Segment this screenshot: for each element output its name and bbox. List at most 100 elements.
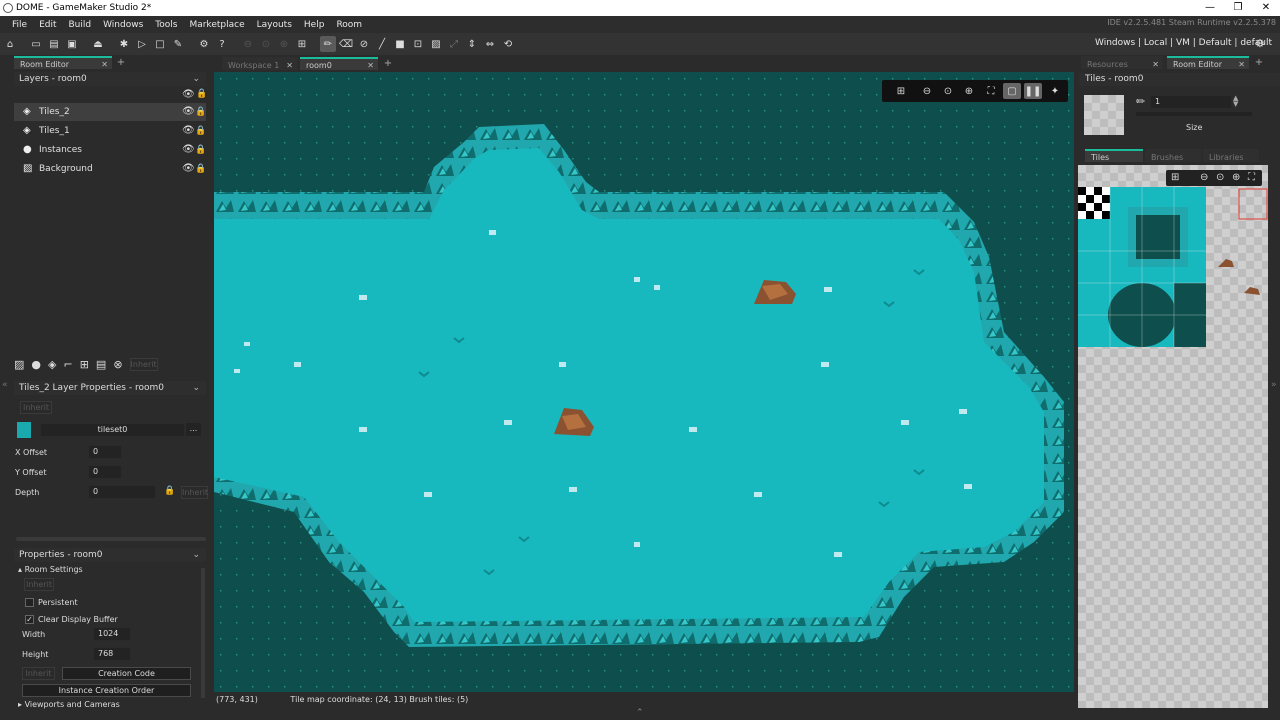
pin-icon[interactable]: ✦ [1046,83,1064,99]
select-tool-icon[interactable]: ▨ [428,36,444,52]
close-icon[interactable]: ✕ [1152,58,1159,71]
open-project-icon[interactable]: ▤ [46,36,62,52]
menu-windows[interactable]: Windows [103,20,143,30]
flip-vertical-icon[interactable]: ⇕ [464,36,480,52]
tab-room-editor-right[interactable]: Room Editor ✕ [1167,56,1249,69]
minimize-button[interactable]: — [1196,0,1224,16]
add-asset-layer-icon[interactable]: ⊞ [80,358,89,371]
tab-workspace-1[interactable]: Workspace 1 ✕ [222,57,297,70]
eyedropper-tool-icon[interactable]: ⊘ [356,36,372,52]
eye-icon[interactable]: 👁 [182,160,195,178]
transform-tool-icon[interactable]: ⤢ [446,36,462,52]
tab-tiles[interactable]: Tiles [1085,149,1143,162]
add-tab-icon[interactable]: + [1252,57,1266,70]
size-slider[interactable] [1136,112,1252,116]
grid-snap-icon[interactable]: ⊞ [294,36,310,52]
x-offset-field[interactable]: 0 [88,445,122,459]
fit-view-icon[interactable]: ⛶ [1248,172,1255,183]
lock-icon[interactable]: 🔒 [195,141,206,159]
stop-icon[interactable]: □ [152,36,168,52]
zoom-in-icon[interactable]: ⊕ [276,36,292,52]
y-offset-field[interactable]: 0 [88,465,122,479]
collapse-right-icon[interactable]: » [1271,380,1277,390]
rectangle-tool-icon[interactable]: ■ [392,36,408,52]
add-workspace-icon[interactable]: + [381,58,395,71]
eye-icon[interactable]: 👁 [182,141,195,159]
eye-icon[interactable]: 👁 [182,122,195,140]
expand-bottom-icon[interactable]: ⌃ [636,708,644,718]
brush-size-field[interactable]: 1 [1150,95,1232,109]
zoom-in-icon[interactable]: ⊕ [960,83,978,99]
vertical-scrollbar[interactable] [201,568,205,698]
fill-tool-icon[interactable]: ⊡ [410,36,426,52]
zoom-reset-icon[interactable]: ⊙ [258,36,274,52]
room-settings-section[interactable]: ▴ Room Settings [18,565,83,574]
menu-build[interactable]: Build [69,20,92,30]
target-selector[interactable]: Windows | Local | VM | Default | default [1095,38,1272,48]
create-exe-icon[interactable]: ⏏ [90,36,106,52]
tab-resources[interactable]: Resources ✕ [1081,56,1163,69]
properties-header[interactable]: Properties - room0 ⌄ [14,548,206,562]
inherit-layers-button[interactable]: Inherit [129,357,158,371]
tab-room-editor[interactable]: Room Editor ✕ [14,56,112,69]
tab-brushes[interactable]: Brushes [1145,149,1201,162]
spinner-icon[interactable]: ▲ ▼ [1233,95,1238,108]
inherit-button[interactable]: Inherit [20,401,52,414]
tileset-field[interactable]: tileset0 [40,423,185,437]
zoom-in-icon[interactable]: ⊕ [1232,172,1240,183]
menu-room[interactable]: Room [336,20,362,30]
close-icon[interactable]: ✕ [367,59,374,72]
creation-code-button[interactable]: Creation Code [62,667,191,680]
close-button[interactable]: ✕ [1252,0,1280,16]
zoom-reset-icon[interactable]: ⊙ [1216,172,1224,183]
add-tab-icon[interactable]: + [114,57,128,70]
line-tool-icon[interactable]: ╱ [374,36,390,52]
lock-icon[interactable]: 🔒 [196,89,207,99]
save-icon[interactable]: ▣ [64,36,80,52]
layer-item-tiles-1[interactable]: ◈ Tiles_1 👁 🔒 [14,122,206,140]
height-field[interactable]: 768 [93,647,131,661]
layer-properties-header[interactable]: Tiles_2 Layer Properties - room0 ⌄ [14,381,206,395]
horizontal-scrollbar[interactable] [16,537,206,541]
grid-icon[interactable]: ⊞ [892,83,910,99]
creation-inherit-button[interactable]: Inherit [22,667,55,680]
zoom-reset-icon[interactable]: ⊙ [939,83,957,99]
lock-icon[interactable]: 🔒 [195,122,206,140]
home-icon[interactable]: ⌂ [2,36,18,52]
tab-libraries[interactable]: Libraries [1203,149,1259,162]
menu-layouts[interactable]: Layouts [257,20,292,30]
tileset-browse-button[interactable]: ... [186,423,201,436]
zoom-out-icon[interactable]: ⊖ [240,36,256,52]
collapse-left-icon[interactable]: « [2,380,8,390]
persistent-checkbox[interactable] [25,598,34,607]
layer-item-tiles-2[interactable]: ◈ Tiles_2 👁 🔒 [14,103,206,121]
menu-edit[interactable]: Edit [39,20,56,30]
add-instance-layer-icon[interactable]: ● [31,358,41,371]
depth-inherit-button[interactable]: Inherit [181,486,208,499]
delete-layer-icon[interactable]: ⊗ [113,358,122,371]
pencil-tool-icon[interactable]: ✏ [320,36,336,52]
add-folder-icon[interactable]: ▤ [96,358,106,371]
close-icon[interactable]: ✕ [286,59,293,72]
close-icon[interactable]: ✕ [101,58,108,71]
grid-icon[interactable]: ⊞ [1171,172,1179,183]
menu-file[interactable]: File [12,20,27,30]
tileset-palette[interactable]: ⊞ ⊖ ⊙ ⊕ ⛶ [1078,165,1268,708]
eye-icon[interactable]: 👁 [182,103,195,121]
lock-icon[interactable]: 🔒 [195,160,206,178]
add-tile-layer-icon[interactable]: ◈ [48,358,56,371]
fit-view-icon[interactable]: ⛶ [982,83,1000,99]
help-icon[interactable]: ? [214,36,230,52]
run-icon[interactable]: ▷ [134,36,150,52]
new-project-icon[interactable]: ▭ [28,36,44,52]
depth-field[interactable]: 0 [88,485,156,499]
debug-icon[interactable]: ✱ [116,36,132,52]
menu-tools[interactable]: Tools [155,20,177,30]
target-settings-icon[interactable]: ⚙ [1255,37,1265,50]
layer-item-instances[interactable]: ● Instances 👁 🔒 [14,141,206,159]
eye-icon[interactable]: 👁 [182,89,195,100]
room-canvas[interactable]: ⊞ ⊖ ⊙ ⊕ ⛶ ▢ ❚❚ ✦ [214,72,1074,692]
zoom-out-icon[interactable]: ⊖ [1200,172,1208,183]
rotate-icon[interactable]: ⟲ [500,36,516,52]
zoom-out-icon[interactable]: ⊖ [918,83,936,99]
